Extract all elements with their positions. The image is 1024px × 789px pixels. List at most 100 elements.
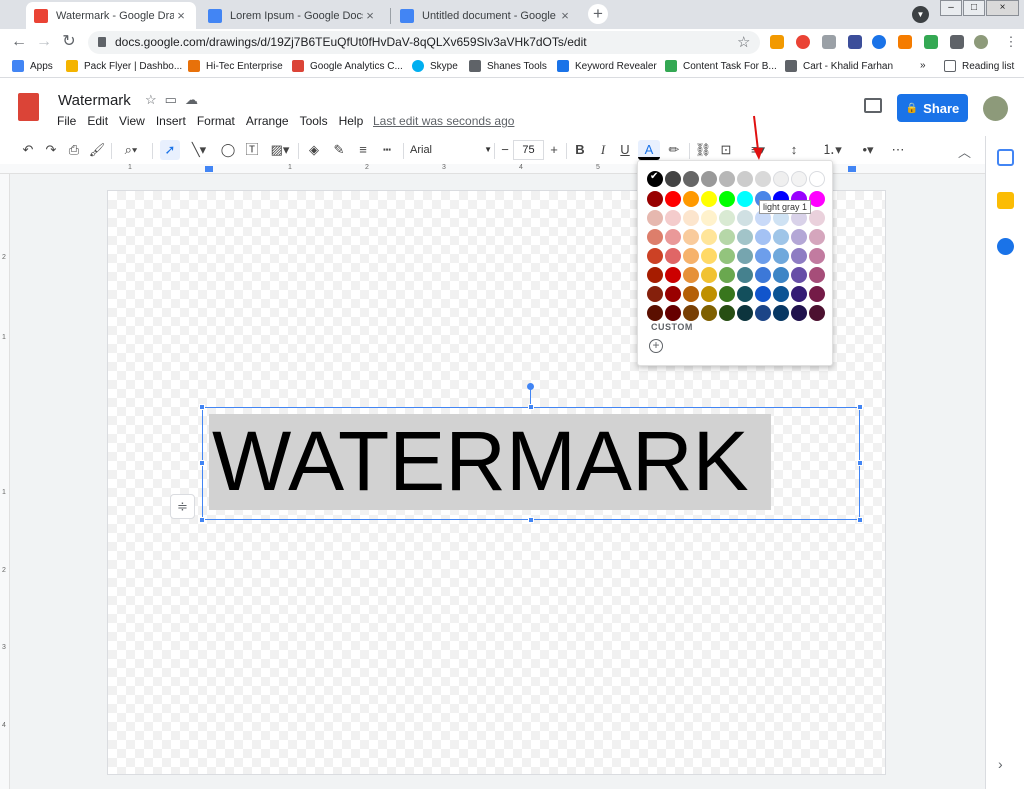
text-box-icon[interactable]: 🅃 [242,140,262,160]
resize-handle[interactable] [857,404,863,410]
color-swatch[interactable] [701,171,717,187]
color-swatch[interactable] [647,229,663,245]
bookmark-item[interactable]: Skype [412,60,458,72]
color-swatch[interactable] [701,229,717,245]
underline-button[interactable]: U [617,140,633,160]
bookmark-item[interactable]: Google Analytics C... [292,60,403,72]
back-icon[interactable]: ← [10,33,28,51]
bookmark-item[interactable]: Content Task For B... [665,60,777,72]
redo-icon[interactable]: ↷ [42,140,60,160]
color-swatch[interactable] [773,229,789,245]
color-swatch[interactable] [719,171,735,187]
reload-icon[interactable]: ↻ [60,33,78,51]
chevron-up-icon[interactable]: ︿ [958,142,971,161]
rotation-handle[interactable] [527,383,534,390]
minimize-button[interactable]: – [940,0,962,16]
color-swatch[interactable] [683,229,699,245]
extension-icon[interactable] [898,35,912,49]
new-tab-button[interactable]: + [588,4,608,24]
decrease-font-size-button[interactable]: − [498,140,512,160]
color-swatch[interactable] [809,305,825,321]
reading-list-button[interactable]: Reading list [944,60,1014,72]
highlight-color-icon[interactable]: ✏ [665,140,683,160]
font-family-select[interactable]: Arial ▼ [410,140,492,160]
bookmark-item[interactable]: Cart - Khalid Farhan [785,60,893,72]
bookmark-apps[interactable]: Apps [12,60,53,72]
extension-icon[interactable] [822,35,836,49]
account-avatar[interactable] [983,96,1008,121]
color-swatch[interactable] [719,248,735,264]
menu-tools[interactable]: Tools [300,114,328,128]
line-icon[interactable]: ╲▾ [185,140,213,160]
color-swatch[interactable] [719,286,735,302]
color-swatch[interactable] [683,267,699,283]
color-swatch[interactable] [773,171,789,187]
extension-icon[interactable] [848,35,862,49]
profile-avatar[interactable] [974,35,988,49]
zoom-icon[interactable]: ⌕▾ [118,140,144,160]
url-text[interactable]: docs.google.com/drawings/d/19Zj7B6TEuQfU… [115,35,587,49]
color-swatch[interactable] [737,286,753,302]
color-swatch[interactable] [719,191,735,207]
increase-font-size-button[interactable]: + [547,140,561,160]
resize-handle[interactable] [528,517,534,523]
shape-icon[interactable]: ◯ [218,140,238,160]
color-swatch[interactable] [791,286,807,302]
color-swatch[interactable] [701,210,717,226]
color-swatch[interactable] [683,210,699,226]
left-indent-marker[interactable] [205,166,213,172]
numbered-list-icon[interactable]: ⒈▾ [818,140,846,160]
add-comment-icon[interactable]: ⊡ [717,140,735,160]
tab-watermark[interactable]: Watermark - Google Drawings × [26,2,196,29]
color-swatch[interactable] [809,248,825,264]
color-swatch[interactable] [791,248,807,264]
color-swatch[interactable] [755,171,771,187]
keep-icon[interactable] [997,192,1014,209]
tab-search-icon[interactable]: ▼ [912,6,929,23]
color-swatch[interactable] [791,267,807,283]
color-swatch[interactable] [809,229,825,245]
color-swatch[interactable] [809,171,825,187]
forward-icon[interactable]: → [35,33,53,51]
color-swatch[interactable] [737,267,753,283]
paint-format-icon[interactable]: 🖌 [88,140,106,160]
color-swatch[interactable] [773,286,789,302]
vertical-align-icon[interactable]: ≑ [170,494,195,519]
bulleted-list-icon[interactable]: •▾ [854,140,882,160]
color-swatch[interactable] [809,191,825,207]
color-swatch[interactable] [737,248,753,264]
color-swatch[interactable] [665,210,681,226]
color-swatch[interactable] [737,229,753,245]
color-swatch[interactable] [719,267,735,283]
resize-handle[interactable] [199,460,205,466]
extension-icon[interactable] [872,35,886,49]
color-swatch[interactable] [665,286,681,302]
color-swatch[interactable] [683,248,699,264]
close-tab-icon[interactable]: × [558,8,572,23]
drawings-logo[interactable] [18,93,39,121]
extension-icon[interactable] [924,35,938,49]
bookmark-star-icon[interactable]: ☆ [737,33,750,51]
color-swatch[interactable] [737,305,753,321]
maximize-button[interactable]: □ [963,0,985,16]
color-swatch[interactable] [773,305,789,321]
color-swatch[interactable] [647,305,663,321]
color-swatch[interactable] [719,229,735,245]
color-swatch[interactable] [755,248,771,264]
color-swatch[interactable] [665,267,681,283]
color-swatch[interactable] [755,267,771,283]
color-swatch[interactable] [809,210,825,226]
undo-icon[interactable]: ↶ [19,140,37,160]
comments-icon[interactable] [864,98,882,113]
color-swatch[interactable] [665,191,681,207]
color-swatch[interactable] [647,171,663,187]
border-dash-icon[interactable]: ┅ [378,140,396,160]
close-tab-icon[interactable]: × [174,8,188,23]
menu-edit[interactable]: Edit [87,114,108,128]
watermark-text[interactable]: WATERMARK [212,413,749,509]
color-swatch[interactable] [755,229,771,245]
color-swatch[interactable] [701,267,717,283]
color-swatch[interactable] [737,171,753,187]
image-icon[interactable]: ▨▾ [266,140,294,160]
align-icon[interactable]: ≡▾ [744,140,772,160]
